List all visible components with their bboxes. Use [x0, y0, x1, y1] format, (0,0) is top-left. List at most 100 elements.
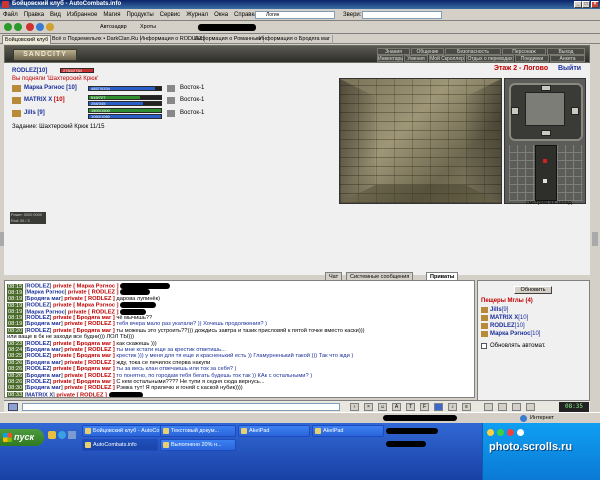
right-splitter-handle[interactable]	[592, 232, 598, 246]
nav-scroll[interactable]: Мой Скроллер	[429, 55, 465, 62]
tab-darkclan[interactable]: Всё о Подземельях • DarkClan.Ru	[50, 35, 142, 44]
tray-icon[interactable]	[517, 429, 524, 436]
party-member[interactable]: Марка Рэгнос [10]	[24, 84, 77, 92]
tray-icon[interactable]	[507, 429, 514, 436]
chat-settings-icon[interactable]: ≡	[462, 403, 471, 411]
font-icon[interactable]: A	[392, 403, 401, 411]
smiles-icon[interactable]: ☺	[378, 403, 387, 411]
member-name[interactable]: Jills	[490, 307, 502, 313]
chat-nick[interactable]: MATRIX X	[26, 392, 53, 397]
login-field[interactable]: Логин	[255, 11, 335, 19]
left-splitter-handle[interactable]	[0, 232, 4, 246]
tab-info-romannym[interactable]: Информация о Романным	[192, 35, 264, 44]
chat-nick[interactable]: RODLEZ	[26, 366, 49, 372]
chat-nick[interactable]: RODLEZ	[26, 353, 49, 359]
menu-favorites[interactable]: Избранное	[64, 9, 100, 21]
maximize-button[interactable]: □	[582, 1, 590, 8]
autofill-button[interactable]: Автозадвр	[100, 23, 127, 32]
hot-button[interactable]: Хроты	[140, 23, 156, 32]
tab-info-brodyaga[interactable]: Информация о Бродяга маг	[257, 35, 333, 44]
turn-left-icon[interactable]	[511, 107, 519, 115]
close-button[interactable]: ×	[591, 1, 599, 8]
task-fight-club[interactable]: Бойцовский клуб - AutoCo...	[82, 425, 168, 437]
ie-icon[interactable]	[58, 431, 66, 439]
tab-system-messages[interactable]: Системные сообщения	[346, 272, 414, 280]
room-member[interactable]: Jills[9]	[481, 306, 508, 314]
chat-private-target[interactable]: private [ RODLEZ ]	[64, 360, 115, 366]
party-member-name[interactable]: Jills	[24, 110, 36, 116]
room-member[interactable]: RODLEZ[10]	[481, 322, 525, 330]
chat-private-target[interactable]: private [ Бродяга маг ]	[53, 353, 115, 359]
chat-private-target[interactable]: private [ RODLEZ ]	[64, 373, 115, 379]
log-icon[interactable]	[526, 403, 535, 411]
chat-private-target[interactable]: private [ RODLEZ ]	[64, 296, 115, 302]
menu-magic[interactable]: Магия	[100, 9, 123, 21]
chat-nick[interactable]: Бродяга маг	[26, 321, 61, 327]
party-member[interactable]: MATRIX X [10]	[24, 96, 65, 104]
nav-character[interactable]: Персонаж	[502, 48, 546, 55]
channel-icon[interactable]	[434, 403, 443, 411]
chat-private-target[interactable]: private [ RODLEZ ]	[56, 392, 107, 397]
back-icon[interactable]	[4, 23, 12, 31]
task-akelpad-2[interactable]: AkelPad	[312, 425, 384, 437]
task-akelpad-1[interactable]: AkelPad	[238, 425, 310, 437]
tab-fight-club[interactable]: Бойцовский клуб	[2, 35, 52, 44]
chat-private-target[interactable]: private [ Бродяга маг ]	[53, 315, 115, 321]
turn-right-icon[interactable]	[571, 107, 579, 115]
nav-profile[interactable]: Анкета	[550, 55, 585, 62]
refresh-icon[interactable]	[36, 23, 44, 31]
menu-windows[interactable]: Окна	[211, 9, 231, 21]
chat-nick[interactable]: Бродяга маг	[26, 373, 61, 379]
menu-tools[interactable]: Сервис	[157, 9, 184, 21]
chat-input[interactable]	[22, 403, 340, 411]
menu-journal[interactable]: Журнал	[183, 9, 211, 21]
menu-file[interactable]: Файл	[0, 9, 21, 21]
chat-private-target[interactable]: private [ Бродяга маг ]	[53, 366, 115, 372]
nav-transfers[interactable]: Отдых о переводах	[466, 55, 514, 62]
room-member[interactable]: MATRIX X[10]	[481, 314, 528, 322]
chat-nick[interactable]: Бродяга маг	[26, 296, 61, 302]
chat-log[interactable]: 08:15 [RODLEZ] private [ Марка Рэгнос ] …	[4, 280, 475, 398]
chat-mode-icon[interactable]	[8, 403, 18, 411]
tab-chat[interactable]: Чат	[325, 272, 343, 280]
send-icon[interactable]: ›	[350, 403, 359, 411]
refresh-room-button[interactable]: Обновить	[514, 286, 552, 294]
menu-products[interactable]: Продукты	[124, 9, 157, 21]
menu-view[interactable]: Вид	[47, 9, 64, 21]
chat-nick[interactable]: Бродяга маг	[26, 385, 61, 391]
beasts-field[interactable]	[362, 11, 442, 19]
tray-icon[interactable]	[487, 429, 494, 436]
home-icon[interactable]	[46, 23, 54, 31]
member-name[interactable]: MATRIX X	[490, 315, 518, 321]
clear-icon[interactable]: ×	[364, 403, 373, 411]
nav-communication[interactable]: Общение	[411, 48, 444, 55]
sound-icon[interactable]: ♪	[448, 403, 457, 411]
task-download[interactable]: Выполнено 20% н...	[160, 439, 236, 451]
mail-icon[interactable]	[512, 403, 521, 411]
dungeon-view[interactable]	[339, 78, 502, 204]
minimap[interactable]	[504, 78, 586, 204]
menu-edit[interactable]: Правка	[21, 9, 47, 21]
desktop-icon[interactable]	[68, 431, 76, 439]
task-autocombats[interactable]: AutoCombats.info	[82, 439, 158, 451]
forward-icon[interactable]	[14, 23, 22, 31]
chat-nick[interactable]: RODLEZ	[26, 341, 49, 347]
start-button[interactable]: пуск	[0, 429, 44, 446]
nav-battles[interactable]: Поединки	[515, 55, 549, 62]
chat-private-target[interactable]: private [ Бродяга маг ]	[53, 341, 115, 347]
chat-private-target[interactable]: private [ RODLEZ ]	[64, 385, 115, 391]
translit-icon[interactable]: T	[406, 403, 415, 411]
chat-private-target[interactable]: private [ RODLEZ ]	[64, 321, 115, 327]
nav-exit[interactable]: Выход	[547, 48, 585, 55]
member-name[interactable]: Марка Рэгнос	[490, 331, 530, 337]
nav-skills[interactable]: Умения	[404, 55, 428, 62]
auto-refresh-checkbox[interactable]	[481, 343, 487, 349]
room-list-icon[interactable]	[484, 403, 493, 411]
forward-arrow-icon[interactable]	[541, 85, 551, 91]
filter-icon[interactable]: F	[420, 403, 429, 411]
party-member-name[interactable]: MATRIX X	[24, 97, 52, 103]
chat-private-target[interactable]: private [ Бродяга маг ]	[53, 328, 115, 334]
party-member[interactable]: Jills [9]	[24, 109, 45, 117]
stop-icon[interactable]	[26, 23, 34, 31]
member-name[interactable]: RODLEZ	[490, 323, 515, 329]
